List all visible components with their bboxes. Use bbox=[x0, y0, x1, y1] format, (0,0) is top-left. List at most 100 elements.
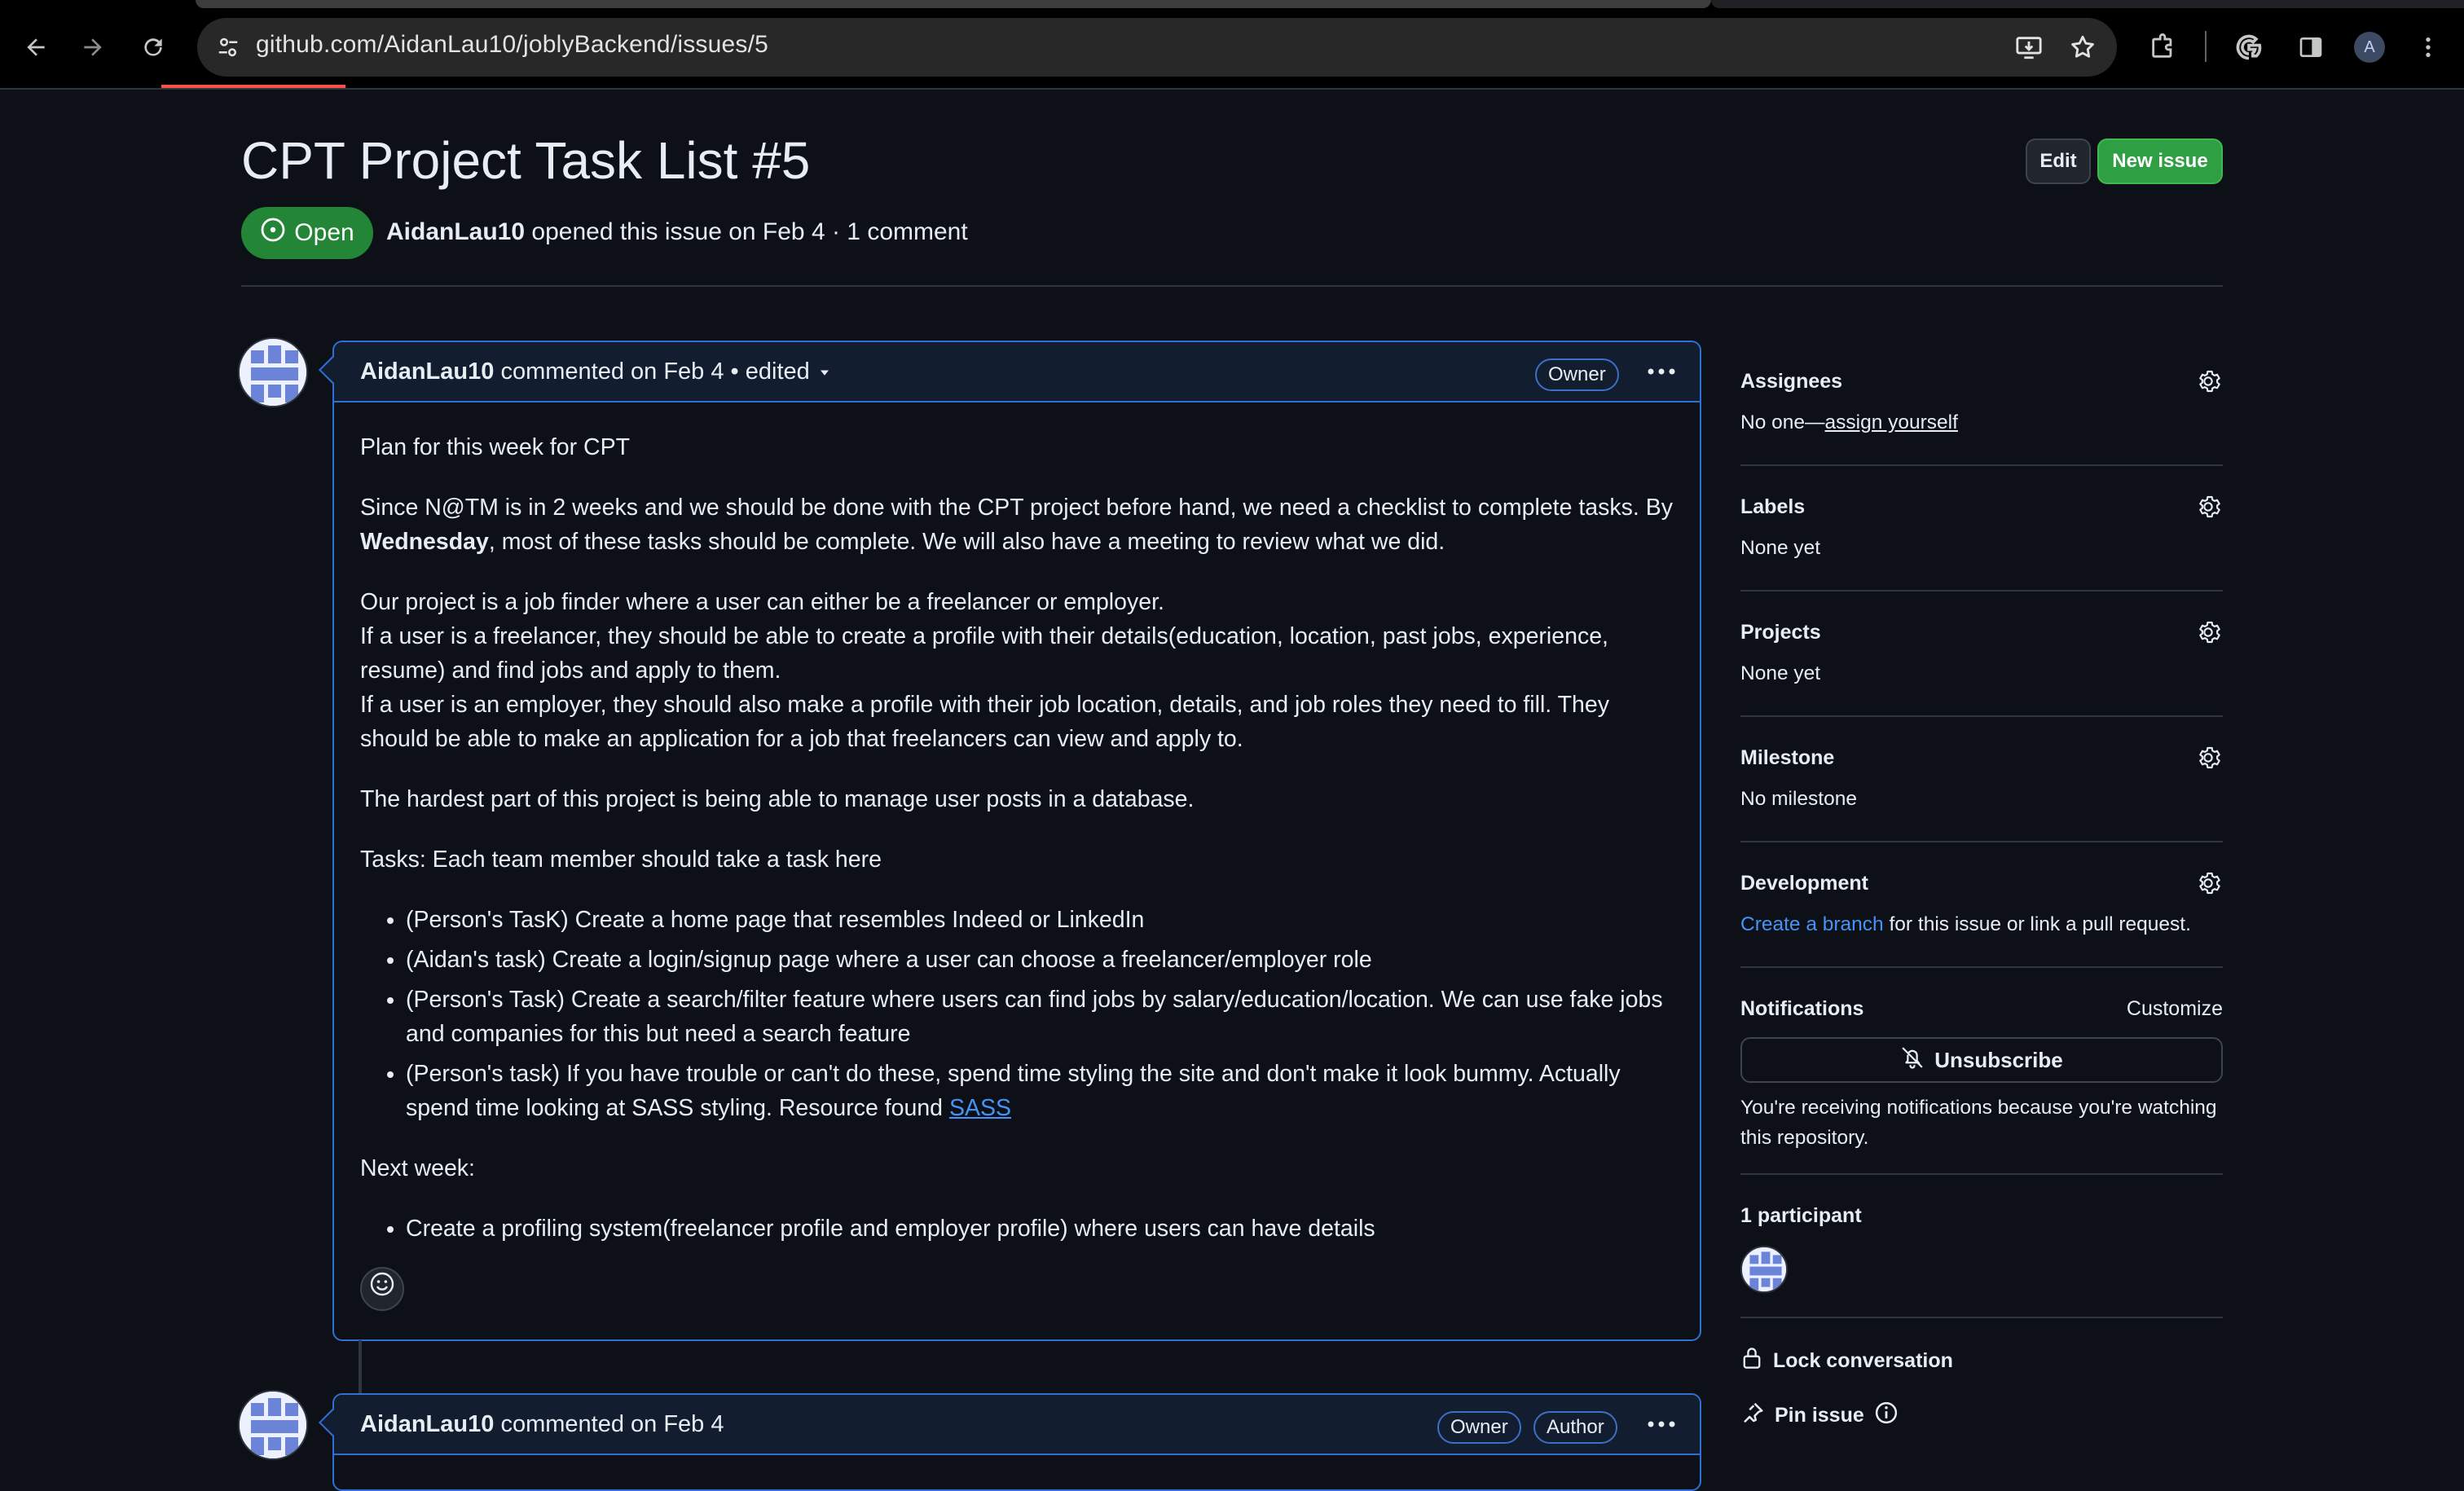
bell-slash-icon bbox=[1900, 1045, 1925, 1075]
edited-label: • edited bbox=[730, 358, 810, 385]
comment-options-kebab-icon[interactable] bbox=[1641, 355, 1682, 388]
paragraph: Tasks: Each team member should take a ta… bbox=[360, 847, 882, 873]
comment-options-kebab-icon[interactable] bbox=[1641, 1408, 1682, 1440]
comment-timestamp[interactable]: commented on Feb 4 bbox=[500, 1411, 724, 1437]
projects-heading: Projects bbox=[1740, 621, 1821, 644]
owner-badge: Owner bbox=[1437, 1411, 1521, 1444]
owner-badge: Owner bbox=[1535, 358, 1619, 391]
unsubscribe-label: Unsubscribe bbox=[1934, 1047, 2063, 1072]
info-icon[interactable] bbox=[1874, 1401, 1899, 1431]
pin-label: Pin issue bbox=[1775, 1404, 1864, 1427]
forward-arrow-icon[interactable] bbox=[70, 24, 116, 70]
edited-history-dropdown[interactable]: • edited bbox=[731, 358, 833, 385]
sidebar-divider bbox=[1740, 1317, 2223, 1318]
list-item: (Aidan's task) Create a login/signup pag… bbox=[406, 943, 1674, 977]
pin-icon bbox=[1740, 1401, 1765, 1431]
comment-header-text: AidanLau10 commented on Feb 4 bbox=[360, 1411, 724, 1438]
issue-author-link[interactable]: AidanLau10 bbox=[386, 218, 525, 245]
comment-timestamp[interactable]: commented on Feb 4 bbox=[500, 358, 724, 385]
labels-gear-icon[interactable] bbox=[2193, 492, 2223, 521]
comment-author-link[interactable]: AidanLau10 bbox=[360, 1411, 494, 1437]
google-icon[interactable] bbox=[2226, 24, 2272, 70]
create-branch-link[interactable]: Create a branch bbox=[1740, 913, 1884, 935]
sidebar-development: Development Create a branch for this iss… bbox=[1740, 872, 2223, 936]
text-run: (Person's task) If you have trouble or c… bbox=[406, 1061, 1621, 1121]
bookmark-star-icon[interactable] bbox=[2065, 29, 2101, 65]
customize-notifications-button[interactable]: Customize bbox=[2127, 997, 2223, 1021]
comment-author-avatar[interactable] bbox=[238, 337, 308, 407]
sidebar-divider bbox=[1740, 1173, 2223, 1175]
extensions-icon[interactable] bbox=[2140, 24, 2185, 70]
issue-opened-icon bbox=[260, 217, 286, 249]
comment-header: AidanLau10 commented on Feb 4 • edited O… bbox=[319, 342, 1700, 402]
new-issue-button[interactable]: New issue bbox=[2097, 139, 2223, 184]
milestone-value: No milestone bbox=[1740, 788, 1857, 810]
install-app-icon[interactable] bbox=[2011, 29, 2047, 65]
labels-value: None yet bbox=[1740, 537, 1821, 559]
list-item: (Person's Task) Create a search/filter f… bbox=[406, 983, 1674, 1051]
profile-initial: A bbox=[2354, 32, 2385, 63]
milestone-heading: Milestone bbox=[1740, 746, 1835, 769]
sidebar-notifications: Notifications Customize Unsubscribe You'… bbox=[1740, 997, 2223, 1153]
edit-title-button[interactable]: Edit bbox=[2026, 139, 2091, 184]
bold-text: Wednesday bbox=[360, 529, 489, 555]
header-divider bbox=[241, 285, 2223, 287]
comment-author-avatar[interactable] bbox=[238, 1390, 308, 1460]
site-settings-icon[interactable] bbox=[210, 29, 246, 65]
labels-heading: Labels bbox=[1740, 495, 1806, 518]
issue-body-comment: AidanLau10 commented on Feb 4 • edited O… bbox=[319, 341, 1701, 1341]
comment-author-link[interactable]: AidanLau10 bbox=[360, 358, 494, 385]
browser-chrome: github.com/AidanLau10/joblyBackend/issue… bbox=[0, 0, 2464, 90]
list-item: (Person's task) If you have trouble or c… bbox=[406, 1057, 1674, 1125]
sidebar-projects: Projects None yet bbox=[1740, 621, 2223, 685]
paragraph: The hardest part of this project is bein… bbox=[360, 786, 1195, 812]
list-item: (Person's TasK) Create a home page that … bbox=[406, 903, 1674, 937]
issue-title: CPT Project Task List #5 bbox=[241, 131, 811, 190]
text-line: Our project is a job finder where a user… bbox=[360, 589, 1164, 615]
sidebar-milestone: Milestone No milestone bbox=[1740, 746, 2223, 811]
development-value: Create a branch for this issue or link a… bbox=[1740, 913, 2223, 936]
page-load-progress bbox=[161, 85, 345, 88]
sass-link[interactable]: SASS bbox=[949, 1095, 1011, 1121]
text-run: , most of these tasks should be complete… bbox=[488, 529, 1445, 555]
side-panel-icon[interactable] bbox=[2288, 24, 2334, 70]
assignees-heading: Assignees bbox=[1740, 370, 1843, 393]
reload-icon[interactable] bbox=[130, 24, 176, 70]
issue-state-badge: Open bbox=[241, 207, 373, 259]
back-arrow-icon[interactable] bbox=[13, 24, 59, 70]
paragraph: Our project is a job finder where a user… bbox=[360, 585, 1674, 756]
text-line: If a user is an employer, they should al… bbox=[360, 692, 1609, 752]
sidebar-divider bbox=[1740, 590, 2223, 592]
task-list: (Person's TasK) Create a home page that … bbox=[360, 903, 1674, 1125]
text-line: If a user is a freelancer, they should b… bbox=[360, 623, 1608, 684]
issue-meta-text: opened this issue on Feb 4 · 1 comment bbox=[531, 218, 968, 245]
sidebar-divider bbox=[1740, 715, 2223, 717]
paragraph: Plan for this week for CPT bbox=[360, 434, 631, 460]
pin-issue-button[interactable]: Pin issue bbox=[1740, 1401, 2223, 1431]
add-reaction-button[interactable] bbox=[360, 1267, 404, 1311]
text-run: Since N@TM is in 2 weeks and we should b… bbox=[360, 495, 1673, 521]
unsubscribe-button[interactable]: Unsubscribe bbox=[1740, 1037, 2223, 1083]
list-item: Create a profiling system(freelancer pro… bbox=[406, 1212, 1674, 1246]
assignees-gear-icon[interactable] bbox=[2193, 367, 2223, 396]
menu-kebab-icon[interactable] bbox=[2405, 24, 2451, 70]
development-heading: Development bbox=[1740, 872, 1868, 895]
comment-caret bbox=[319, 356, 346, 384]
sidebar-assignees: Assignees No one—assign yourself bbox=[1740, 370, 2223, 434]
assignees-value: No one—assign yourself bbox=[1740, 411, 2223, 434]
lock-icon bbox=[1740, 1346, 1763, 1376]
toolbar-separator bbox=[2205, 31, 2207, 62]
sidebar-divider bbox=[1740, 841, 2223, 842]
milestone-gear-icon[interactable] bbox=[2193, 743, 2223, 772]
assign-yourself-link[interactable]: assign yourself bbox=[1825, 411, 1958, 433]
profile-avatar-icon[interactable]: A bbox=[2347, 24, 2392, 70]
participant-avatar[interactable] bbox=[1740, 1246, 1788, 1293]
url-text[interactable]: github.com/AidanLau10/joblyBackend/issue… bbox=[256, 31, 768, 59]
lock-conversation-button[interactable]: Lock conversation bbox=[1740, 1346, 2223, 1376]
development-gear-icon[interactable] bbox=[2193, 869, 2223, 898]
projects-gear-icon[interactable] bbox=[2193, 618, 2223, 647]
address-bar[interactable]: github.com/AidanLau10/joblyBackend/issue… bbox=[197, 18, 2117, 77]
issue-state-label: Open bbox=[294, 219, 354, 246]
next-week-list: Create a profiling system(freelancer pro… bbox=[360, 1212, 1674, 1246]
sidebar-labels: Labels None yet bbox=[1740, 495, 2223, 560]
